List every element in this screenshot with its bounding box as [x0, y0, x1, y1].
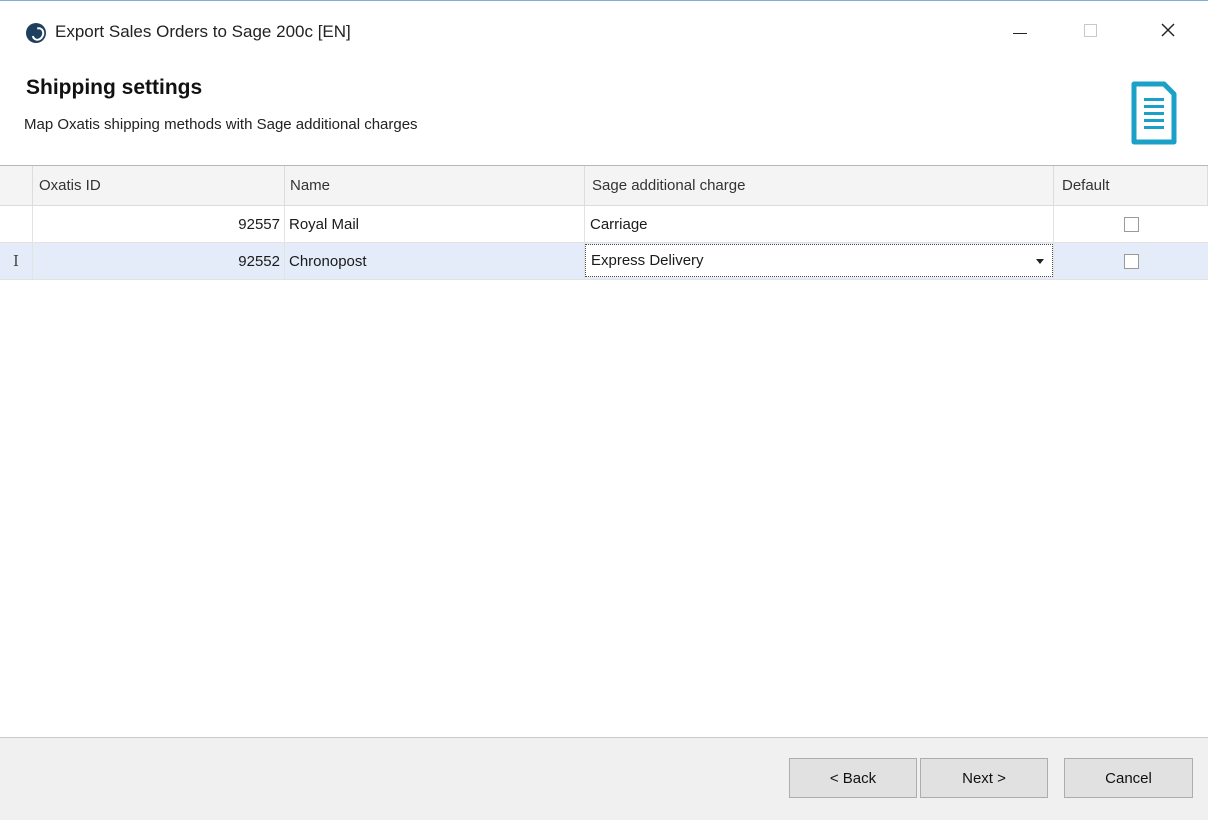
column-header-default[interactable]: Default [1054, 166, 1208, 205]
minimize-icon [1013, 32, 1027, 34]
window-title: Export Sales Orders to Sage 200c [EN] [55, 22, 351, 41]
close-icon [1161, 23, 1175, 37]
maximize-button[interactable] [1060, 7, 1120, 53]
page-title: Shipping settings [26, 76, 203, 99]
column-header-name[interactable]: Name [285, 166, 585, 205]
default-cell[interactable] [1054, 243, 1208, 279]
table-row[interactable]: 92557 Royal Mail Carriage [0, 206, 1208, 243]
app-logo-icon [26, 23, 46, 43]
row-indicator[interactable]: I [0, 243, 33, 279]
default-cell[interactable] [1054, 206, 1208, 242]
export-wizard-window: Export Sales Orders to Sage 200c [EN] Sh… [0, 0, 1208, 820]
row-indicator-header [0, 166, 33, 205]
document-list-icon [1131, 81, 1177, 145]
table-row[interactable]: I 92552 Chronopost Express Delivery [0, 243, 1208, 280]
title-bar: Export Sales Orders to Sage 200c [EN] [0, 1, 1208, 63]
sage-charge-cell[interactable]: Express Delivery [585, 243, 1054, 279]
name-cell[interactable]: Royal Mail [285, 206, 585, 242]
page-subtitle: Map Oxatis shipping methods with Sage ad… [24, 116, 418, 133]
sage-charge-cell[interactable]: Carriage [585, 206, 1054, 242]
default-checkbox[interactable] [1124, 253, 1139, 269]
edit-indicator-icon: I [13, 252, 19, 270]
close-button[interactable] [1138, 7, 1198, 53]
oxatis-id-cell[interactable]: 92557 [33, 206, 285, 242]
sage-charge-dropdown[interactable]: Express Delivery [585, 244, 1053, 277]
name-cell[interactable]: Chronopost [285, 243, 585, 279]
maximize-icon [1083, 23, 1097, 37]
oxatis-id-cell[interactable]: 92552 [33, 243, 285, 279]
cancel-button[interactable]: Cancel [1064, 758, 1193, 798]
dropdown-value: Express Delivery [591, 252, 704, 269]
shipping-grid: Oxatis ID Name Sage additional charge De… [0, 165, 1208, 280]
wizard-footer: < Back Next > Cancel [0, 737, 1208, 820]
next-button[interactable]: Next > [920, 758, 1048, 798]
default-checkbox[interactable] [1124, 216, 1139, 232]
column-header-sage-charge[interactable]: Sage additional charge [585, 166, 1054, 205]
minimize-button[interactable] [990, 7, 1050, 53]
chevron-down-icon[interactable] [1036, 259, 1044, 264]
row-indicator[interactable] [0, 206, 33, 242]
grid-header-row: Oxatis ID Name Sage additional charge De… [0, 166, 1208, 206]
column-header-oxatis-id[interactable]: Oxatis ID [33, 166, 285, 205]
back-button[interactable]: < Back [789, 758, 917, 798]
